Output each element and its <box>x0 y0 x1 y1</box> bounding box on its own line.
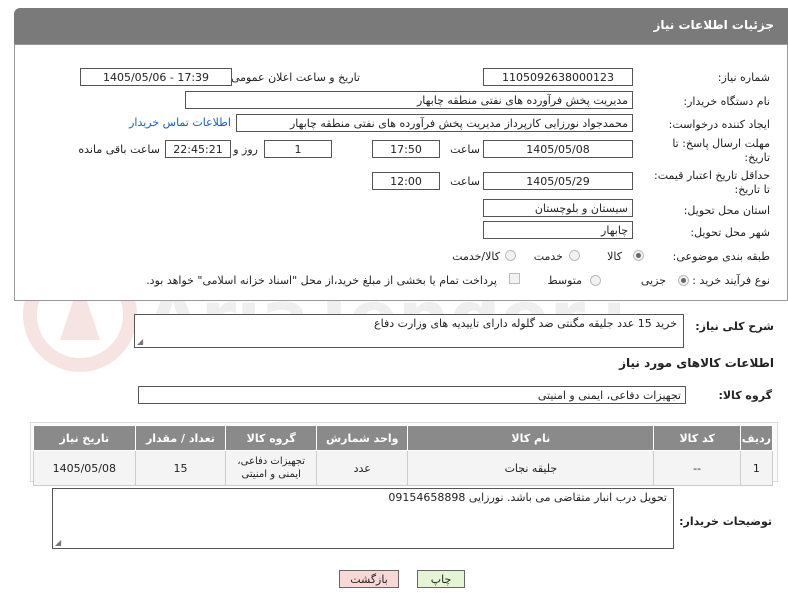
price-validity-date-field: 1405/05/29 <box>483 172 633 190</box>
category-label: طبقه بندی موضوعی: <box>672 250 770 263</box>
col-header-code: کد کالا <box>653 425 741 451</box>
category-radio-goods-service[interactable] <box>505 250 516 261</box>
reply-deadline-label-line1: مهلت ارسال پاسخ: تا <box>672 137 770 150</box>
cell-code: -- <box>653 450 741 486</box>
price-validity-time-label: ساعت <box>450 175 480 188</box>
need-number-field: 1105092638000123 <box>483 68 633 86</box>
cell-date: 1405/05/08 <box>33 450 136 486</box>
reply-days-field: 1 <box>264 140 332 158</box>
reply-deadline-time-label: ساعت <box>450 143 480 156</box>
buyer-org-label: نام دستگاه خریدار: <box>683 95 770 108</box>
purchase-type-option-minor: جزیی <box>640 274 666 287</box>
category-option-goods-service: کالا/خدمت <box>452 250 500 263</box>
resize-handle-icon[interactable]: ◢ <box>137 337 143 346</box>
price-validity-time-field: 12:00 <box>372 172 440 190</box>
resize-handle-icon[interactable]: ◢ <box>55 538 61 547</box>
province-field: سیستان و بلوچستان <box>483 199 633 217</box>
remaining-time-field: 22:45:21 <box>165 140 231 158</box>
summary-field: خرید 15 عدد جلیقه مگنتی ضد گلوله دارای ت… <box>134 314 684 348</box>
buyer-notes-label: توضیحات خریدار: <box>679 515 772 528</box>
cell-group: تجهیزات دفاعی، ایمنی و امنیتی <box>225 450 318 486</box>
col-header-group: گروه کالا <box>225 425 318 451</box>
category-option-service: خدمت <box>533 250 563 263</box>
page: AriaTender.neT جزئیات اطلاعات نیاز شماره… <box>0 0 788 606</box>
cell-name: جلیقه نجات <box>407 450 655 486</box>
city-label: شهر محل تحویل: <box>690 226 770 239</box>
table-header-row: ردیف کد کالا نام کالا واحد شمارش گروه کا… <box>33 425 774 451</box>
goods-info-title: اطلاعات کالاهای مورد نیاز <box>619 356 774 370</box>
col-header-row: ردیف <box>739 425 774 451</box>
buyer-contact-link[interactable]: اطلاعات تماس خریدار <box>129 116 231 129</box>
page-title: جزئیات اطلاعات نیاز <box>653 18 774 32</box>
purchase-type-option-medium: متوسط <box>547 274 582 287</box>
cell-unit: عدد <box>316 450 409 486</box>
buyer-notes-text: تحویل درب انبار متقاضی می باشد. نورزایی … <box>388 491 667 504</box>
items-table: ردیف کد کالا نام کالا واحد شمارش گروه کا… <box>33 425 774 486</box>
goods-group-field: تجهیزات دفاعی، ایمنی و امنیتی <box>138 386 686 404</box>
cell-qty: 15 <box>134 450 227 486</box>
province-label: استان محل تحویل: <box>683 204 770 217</box>
col-header-name: نام کالا <box>407 425 655 451</box>
price-validity-label-line1: حداقل تاریخ اعتبار قیمت: <box>654 169 770 182</box>
need-number-label: شماره نیاز: <box>717 71 770 84</box>
reply-deadline-time-field: 17:50 <box>372 140 440 158</box>
col-header-date: تاریخ نیاز <box>33 425 136 451</box>
col-header-unit: واحد شمارش <box>316 425 409 451</box>
purchase-type-radio-medium[interactable] <box>590 275 601 286</box>
back-button[interactable]: بازگشت <box>339 570 399 588</box>
category-radio-goods[interactable] <box>633 250 644 261</box>
remaining-time-label: ساعت باقی مانده <box>78 143 160 156</box>
category-option-goods: کالا <box>607 250 622 263</box>
print-button[interactable]: چاپ <box>417 570 465 588</box>
reply-deadline-date-field: 1405/05/08 <box>483 140 633 158</box>
summary-text: خرید 15 عدد جلیقه مگنتی ضد گلوله دارای ت… <box>374 317 677 330</box>
category-radio-service[interactable] <box>569 250 580 261</box>
requester-field: محمدجواد نورزایی کارپرداز مدیریت پخش فرآ… <box>236 114 633 132</box>
purchase-type-label: نوع فرآیند خرید : <box>692 274 770 287</box>
col-header-qty: تعداد / مقدار <box>134 425 227 451</box>
reply-days-label: روز و <box>233 143 258 156</box>
buyer-org-field: مدیریت پخش فرآورده های نفتی منطقه چابهار <box>185 91 633 109</box>
requester-label: ایجاد کننده درخواست: <box>668 118 770 131</box>
table-row: 1 -- جلیقه نجات عدد تجهیزات دفاعی، ایمنی… <box>33 450 774 486</box>
city-field: چابهار <box>483 221 633 239</box>
treasury-payment-checkbox[interactable] <box>509 273 520 284</box>
cell-row: 1 <box>739 450 774 486</box>
buyer-notes-field: تحویل درب انبار متقاضی می باشد. نورزایی … <box>52 488 674 549</box>
purchase-type-radio-minor[interactable] <box>678 275 689 286</box>
reply-deadline-label-line2: تاریخ: <box>744 151 770 164</box>
goods-group-label: گروه کالا: <box>718 389 772 402</box>
treasury-payment-note: پرداخت تمام یا بخشی از مبلغ خرید،از محل … <box>146 274 497 287</box>
announce-datetime-label: تاریخ و ساعت اعلان عمومی: <box>227 71 360 84</box>
price-validity-label-line2: تا تاریخ: <box>734 183 770 196</box>
header-bar: جزئیات اطلاعات نیاز <box>14 8 788 44</box>
announce-datetime-field: 1405/05/06 - 17:39 <box>80 68 232 86</box>
summary-label: شرح کلی نیاز: <box>695 320 774 333</box>
